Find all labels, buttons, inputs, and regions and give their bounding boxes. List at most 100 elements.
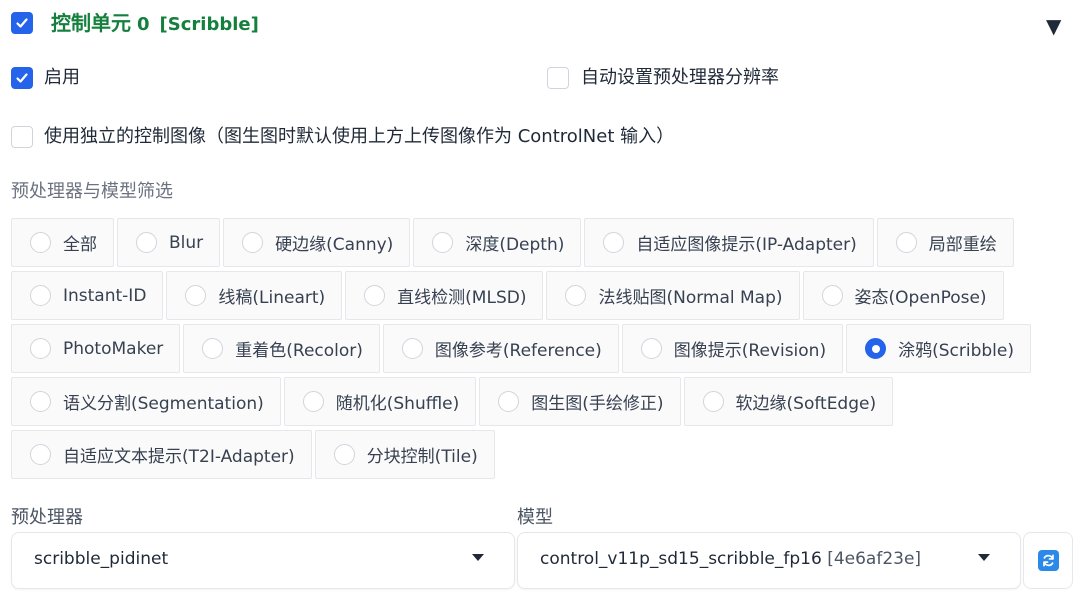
radio-icon[interactable] — [432, 232, 454, 253]
separate-image-label[interactable]: 使用独立的控制图像（图生图时默认使用上方上传图像作为 ControlNet 输入… — [44, 125, 674, 149]
refresh-models-button[interactable] — [1023, 532, 1073, 589]
filter-section-label: 预处理器与模型筛选 — [11, 181, 173, 202]
filter-option[interactable]: 图生图(手绘修正) — [479, 377, 681, 426]
unit-tag: [Scribble] — [159, 14, 259, 35]
filter-option-label: 语义分割(Segmentation) — [63, 394, 264, 414]
filter-option-label: 局部重绘 — [928, 235, 997, 255]
controlnet-unit-header[interactable]: 控制单元 0 [Scribble] ▼ — [0, 0, 1080, 48]
separate-image-checkbox[interactable] — [11, 126, 33, 148]
filter-option-label: 直线检测(MLSD) — [397, 288, 527, 308]
filter-option[interactable]: 分块控制(Tile) — [314, 430, 495, 479]
filter-option[interactable]: 全部 — [11, 218, 114, 267]
check-icon — [16, 73, 28, 83]
filter-option[interactable]: 自适应图像提示(IP-Adapter) — [584, 218, 874, 267]
radio-icon[interactable] — [185, 285, 207, 306]
filter-option[interactable]: 局部重绘 — [876, 218, 1014, 267]
radio-icon[interactable] — [702, 391, 724, 412]
filter-option[interactable]: 涂鸦(Scribble) — [846, 324, 1031, 373]
radio-icon[interactable] — [302, 391, 324, 412]
radio-icon[interactable] — [30, 232, 51, 253]
filter-option-label: 重着色(Recolor) — [235, 341, 363, 361]
radio-icon[interactable] — [333, 444, 355, 465]
filter-option[interactable]: 重着色(Recolor) — [183, 324, 380, 373]
filter-option[interactable]: 线稿(Lineart) — [166, 271, 343, 320]
filter-option-label: 自适应文本提示(T2I-Adapter) — [63, 447, 295, 467]
caret-down-icon — [978, 554, 990, 561]
filter-option[interactable]: 深度(Depth) — [413, 218, 582, 267]
radio-icon[interactable] — [821, 285, 843, 306]
enable-label[interactable]: 启用 — [44, 66, 80, 90]
preprocessor-dropdown[interactable]: scribble_pidinet — [11, 532, 515, 589]
radio-icon[interactable] — [895, 232, 917, 253]
enable-checkbox[interactable] — [11, 67, 33, 89]
preprocessor-value: scribble_pidinet — [34, 549, 169, 569]
radio-icon[interactable] — [30, 444, 51, 465]
radio-icon[interactable] — [865, 338, 887, 359]
caret-down-icon — [472, 554, 484, 561]
filter-option[interactable]: Blur — [117, 218, 221, 267]
radio-icon[interactable] — [565, 285, 587, 306]
radio-icon[interactable] — [498, 391, 520, 412]
filter-option[interactable]: 图像提示(Revision) — [621, 324, 844, 373]
radio-icon[interactable] — [136, 232, 157, 253]
model-dropdown[interactable]: control_v11p_sd15_scribble_fp16 [4e6af23… — [517, 532, 1021, 589]
radio-icon[interactable] — [603, 232, 625, 253]
filter-option[interactable]: 直线检测(MLSD) — [345, 271, 544, 320]
filter-option[interactable]: 法线贴图(Normal Map) — [546, 271, 800, 320]
filter-option[interactable]: PhotoMaker — [11, 324, 181, 373]
radio-icon[interactable] — [30, 391, 51, 412]
filter-option[interactable]: Instant-ID — [11, 271, 164, 320]
filter-option[interactable]: 语义分割(Segmentation) — [11, 377, 281, 426]
model-name: control_v11p_sd15_scribble_fp16 — [540, 549, 822, 569]
filter-option-label: 全部 — [63, 235, 97, 255]
preprocessor-label: 预处理器 — [11, 507, 83, 528]
filter-option-label: 自适应图像提示(IP-Adapter) — [636, 235, 857, 255]
filter-option-label: 涂鸦(Scribble) — [898, 341, 1014, 361]
radio-icon[interactable] — [640, 338, 662, 359]
filter-option[interactable]: 图像参考(Reference) — [382, 324, 619, 373]
auto-resolution-label[interactable]: 自动设置预处理器分辨率 — [581, 66, 779, 90]
filter-row: Instant-ID 线稿(Lineart) 直线检测(MLSD) 法线贴图(Norm… — [11, 271, 1051, 320]
auto-resolution-checkbox[interactable] — [547, 67, 569, 89]
filter-option[interactable]: 姿态(OpenPose) — [802, 271, 1004, 320]
unit-index: 0 — [137, 14, 150, 35]
filter-option-label: 深度(Depth) — [465, 235, 565, 255]
radio-icon[interactable] — [242, 232, 264, 253]
filter-row: 全部 Blur 硬边缘(Canny) 深度(Depth) 自适应图像提示(IP-Adap… — [11, 218, 1051, 267]
radio-icon[interactable] — [401, 338, 423, 359]
radio-icon[interactable] — [30, 338, 51, 359]
unit-title: 控制单元 0 [Scribble] — [51, 10, 259, 38]
unit-enable-checkbox[interactable] — [11, 12, 33, 34]
filter-option-label: 姿态(OpenPose) — [854, 288, 987, 308]
filter-radio-group: 全部 Blur 硬边缘(Canny) 深度(Depth) 自适应图像提示(IP-Adap… — [11, 218, 1051, 483]
filter-row: 语义分割(Segmentation) 随机化(Shuffle) 图生图(手绘修正) 软… — [11, 377, 1051, 426]
filter-option-label: PhotoMaker — [63, 338, 164, 359]
filter-option[interactable]: 硬边缘(Canny) — [223, 218, 411, 267]
filter-option-label: 图像提示(Revision) — [673, 341, 827, 361]
filter-row: 自适应文本提示(T2I-Adapter) 分块控制(Tile) — [11, 430, 1051, 479]
unit-title-text: 控制单元 — [51, 11, 131, 35]
model-hash: [4e6af23e] — [827, 549, 922, 569]
filter-option-label: 随机化(Shuffle) — [335, 394, 460, 414]
filter-option[interactable]: 自适应文本提示(T2I-Adapter) — [11, 430, 312, 479]
radio-icon[interactable] — [364, 285, 386, 306]
filter-option-label: 硬边缘(Canny) — [275, 235, 394, 255]
filter-option-label: 图生图(手绘修正) — [531, 394, 664, 414]
filter-option-label: Instant-ID — [63, 285, 147, 306]
filter-option[interactable]: 随机化(Shuffle) — [283, 377, 477, 426]
check-icon — [16, 18, 28, 28]
radio-icon[interactable] — [202, 338, 224, 359]
model-label: 模型 — [517, 507, 553, 528]
filter-row: PhotoMaker 重着色(Recolor) 图像参考(Reference) 图像提… — [11, 324, 1051, 373]
filter-option-label: 分块控制(Tile) — [366, 447, 478, 467]
filter-option-label: 软边缘(SoftEdge) — [735, 394, 877, 414]
collapse-toggle-icon[interactable]: ▼ — [1046, 14, 1061, 38]
filter-option-label: 法线贴图(Normal Map) — [598, 288, 783, 308]
radio-icon[interactable] — [30, 285, 51, 306]
filter-option-label: Blur — [169, 232, 204, 253]
refresh-icon — [1037, 550, 1059, 571]
model-value: control_v11p_sd15_scribble_fp16 [4e6af23… — [540, 549, 921, 569]
filter-option[interactable]: 软边缘(SoftEdge) — [683, 377, 894, 426]
filter-option-label: 线稿(Lineart) — [218, 288, 326, 308]
filter-option-label: 图像参考(Reference) — [434, 341, 602, 361]
